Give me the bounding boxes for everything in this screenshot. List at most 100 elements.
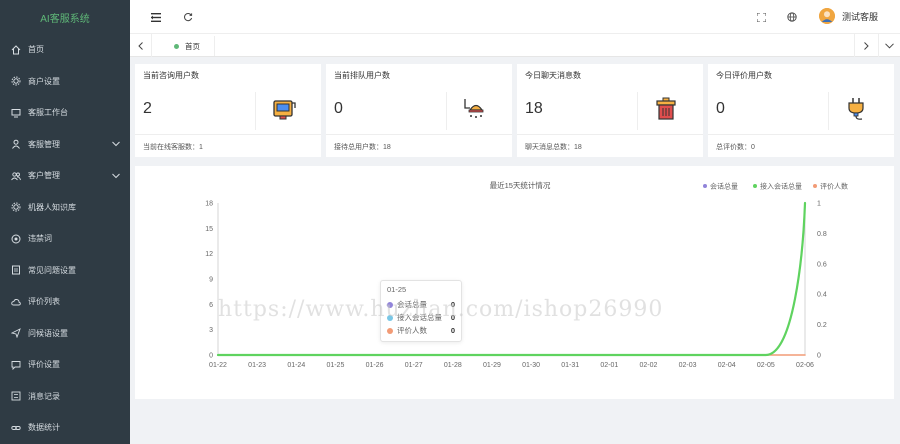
y-right-tick-label: 0.2	[817, 322, 827, 329]
sidebar-item-label: 消息记录	[28, 391, 60, 401]
y-left-tick-label: 6	[209, 302, 213, 309]
cloud-icon	[10, 296, 22, 308]
y-right-tick-label: 0.4	[817, 292, 827, 299]
tab-label: 首页	[185, 41, 200, 51]
sidebar-item-label: 客服管理	[28, 139, 60, 149]
document-icon	[10, 264, 22, 276]
series-line-1	[216, 201, 807, 357]
sidebar-item-5[interactable]: 机器人知识库	[0, 192, 130, 224]
sidebar-item-6[interactable]: 违禁词	[0, 223, 130, 255]
top-bar: 测试客服	[130, 0, 900, 34]
x-tick-label: 02-03	[679, 362, 697, 369]
tooltip-date: 01-25	[387, 285, 407, 294]
shower-icon	[462, 96, 488, 122]
menu-toggle-icon[interactable]	[150, 11, 162, 23]
y-left-tick-label: 18	[205, 201, 213, 208]
sidebar: AI客服系统 首页商户设置客服工作台客服管理客户管理机器人知识库违禁词 常见问题设…	[0, 0, 130, 444]
x-tick-label: 02-05	[757, 362, 775, 369]
sidebar-item-12[interactable]: 数据统计	[0, 412, 130, 444]
tab-scroll-right-button[interactable]	[854, 34, 876, 57]
y-left-tick-label: 12	[205, 251, 213, 258]
card-title: 今日评价用户数	[716, 71, 772, 80]
sidebar-item-7[interactable]: 常见问题设置	[0, 255, 130, 287]
chevron-down-icon	[112, 171, 120, 180]
x-tick-label: 02-02	[640, 362, 658, 369]
sidebar-item-label: 机器人知识库	[28, 202, 76, 212]
legend-label: 接入会话总量	[760, 182, 802, 191]
stat-card-queue: 当前排队用户数 0 接待总用户数：18	[326, 64, 512, 157]
x-tick-label: 01-24	[287, 362, 305, 369]
tooltip-row: 评价人数 0	[387, 324, 455, 337]
user-menu[interactable]: 测试客服	[818, 8, 878, 24]
active-dot-icon	[174, 43, 179, 49]
sidebar-item-label: 问候语设置	[28, 328, 68, 338]
sidebar-item-3[interactable]: 客服管理	[0, 129, 130, 161]
legend-label: 会话总量	[710, 182, 738, 191]
globe-icon[interactable]	[786, 11, 798, 23]
sidebar-item-label: 评价列表	[28, 297, 60, 307]
y-left-tick-label: 0	[209, 353, 213, 360]
sidebar-item-0[interactable]: 首页	[0, 34, 130, 66]
avatar[interactable]	[818, 8, 835, 24]
card-footer: 接待总用户数：18	[334, 144, 391, 151]
tab-bar: 首页	[130, 34, 900, 57]
legend-marker	[813, 184, 817, 188]
legend-marker	[703, 184, 707, 188]
sidebar-item-11[interactable]: 消息记录	[0, 381, 130, 413]
users-icon	[10, 170, 22, 182]
circle-icon	[10, 233, 22, 245]
tab-home[interactable]: 首页	[160, 36, 215, 56]
paint-bucket-icon	[271, 96, 297, 122]
x-tick-label: 01-22	[209, 362, 227, 369]
tooltip-dot-icon	[387, 327, 393, 334]
send-icon	[10, 327, 22, 339]
sidebar-item-label: 客服工作台	[28, 108, 68, 118]
sidebar-item-4[interactable]: 客户管理	[0, 160, 130, 192]
legend-marker	[753, 184, 757, 188]
plug-icon	[844, 96, 870, 122]
y-left-tick-label: 15	[205, 226, 213, 233]
card-title: 当前排队用户数	[334, 71, 390, 80]
sidebar-item-label: 商户设置	[28, 76, 60, 86]
card-title: 当前咨询用户数	[143, 71, 199, 80]
x-tick-label: 01-29	[483, 362, 501, 369]
y-right-tick-label: 1	[817, 201, 821, 208]
sidebar-item-8[interactable]: 评价列表	[0, 286, 130, 318]
card-value: 18	[525, 100, 543, 117]
tab-scroll-left-button[interactable]	[130, 34, 152, 57]
card-footer: 当前在线客服数：1	[143, 144, 203, 151]
legend-label: 评价人数	[820, 182, 848, 191]
gear-icon	[10, 201, 22, 213]
user-icon	[10, 138, 22, 150]
x-tick-label: 01-28	[444, 362, 462, 369]
watermark-text: https://www.huzhan.com/ishop26990	[218, 297, 664, 322]
x-tick-label: 02-06	[796, 362, 814, 369]
sidebar-menu: 首页商户设置客服工作台客服管理客户管理机器人知识库违禁词 常见问题设置评价列表问候…	[0, 34, 130, 444]
x-tick-label: 02-04	[718, 362, 736, 369]
sidebar-item-1[interactable]: 商户设置	[0, 66, 130, 98]
tab-dropdown-button[interactable]	[878, 34, 900, 57]
sidebar-item-label: 客户管理	[28, 171, 60, 181]
user-name[interactable]: 测试客服	[842, 10, 878, 23]
card-footer: 聊天消息总数：18	[525, 144, 582, 151]
list-icon	[10, 390, 22, 402]
x-tick-label: 02-01	[600, 362, 618, 369]
stat-card-today-reviews: 今日评价用户数 0 总评价数：0	[708, 64, 894, 157]
tooltip-series-value: 0	[450, 326, 455, 335]
x-tick-label: 01-27	[405, 362, 423, 369]
sidebar-item-10[interactable]: 评价设置	[0, 349, 130, 381]
link-icon	[10, 422, 22, 434]
card-value: 0	[716, 100, 725, 117]
chart-panel: 最近15天统计情况 会话总量 接入会话总量 评价人数 0 3 6 9 12 15 18 0 0.2 0.4…	[135, 166, 894, 399]
trash-icon	[653, 96, 679, 122]
sidebar-item-2[interactable]: 客服工作台	[0, 97, 130, 129]
stat-card-current-consulting: 当前咨询用户数 2 当前在线客服数：1	[135, 64, 321, 157]
sidebar-item-9[interactable]: 问候语设置	[0, 318, 130, 350]
stat-card-today-messages: 今日聊天消息数 18 聊天消息总数：18	[517, 64, 703, 157]
y-right-tick-label: 0.8	[817, 231, 827, 238]
chart-title: 最近15天统计情况	[490, 180, 551, 190]
fullscreen-icon[interactable]	[755, 11, 767, 23]
card-footer: 总评价数：0	[716, 144, 755, 151]
refresh-icon[interactable]	[182, 11, 194, 23]
app-logo[interactable]: AI客服系统	[0, 0, 130, 34]
